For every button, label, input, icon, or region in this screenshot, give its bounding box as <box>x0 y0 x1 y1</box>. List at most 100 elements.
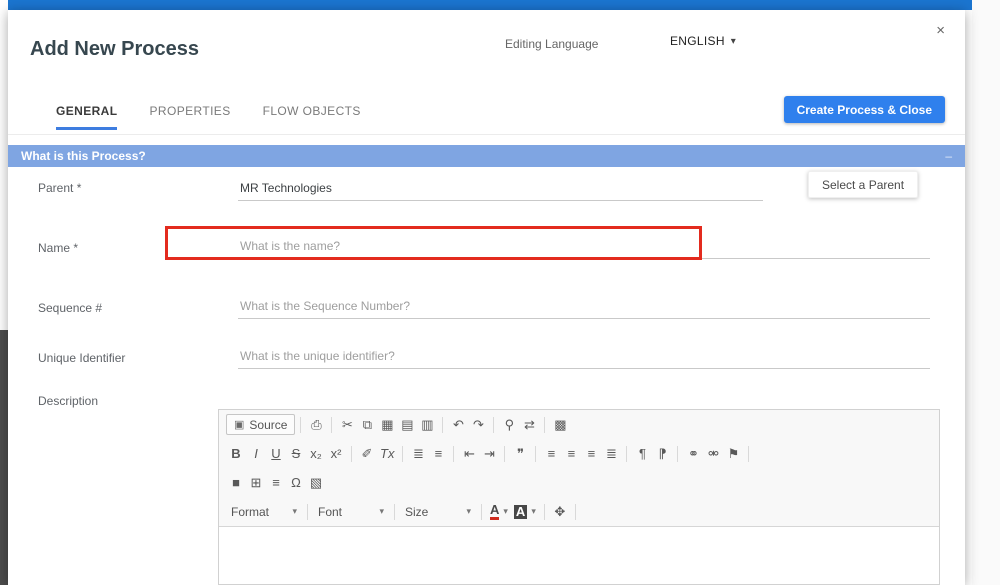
remove-format-icon[interactable]: Tx <box>377 443 397 464</box>
header-divider <box>8 134 965 135</box>
toolbar-separator <box>300 416 302 433</box>
maximize-icon[interactable]: ✥ <box>550 501 570 522</box>
chevron-down-icon: ▾ <box>531 506 536 516</box>
description-richtext-editor: ▣ Source ⎙ ✂ ⧉ ▦ ▤ ▥ ↶ ↷ ⚲ ⇄ ▩ B I U Sx₂ x² ✐ Tx ≣ ≡ ⇤ ⇥ ❞ ≡ ≡ ≡ ≣ ¶… <box>218 409 940 585</box>
source-icon: ▣ <box>234 419 245 431</box>
tab-flow-objects[interactable]: FLOW OBJECTS <box>263 104 361 130</box>
unlink-icon[interactable]: ⚮ <box>703 443 723 464</box>
language-dropdown[interactable]: ENGLISH ▾ <box>670 34 736 48</box>
editing-language-label: Editing Language <box>505 37 599 51</box>
add-new-process-modal: Add New Process Editing Language ENGLISH… <box>8 10 965 585</box>
sequence-input[interactable] <box>238 294 930 319</box>
section-header[interactable]: What is this Process? – <box>8 145 965 167</box>
text-direction-ltr-icon[interactable]: ¶ <box>632 443 652 464</box>
outdent-icon[interactable]: ⇤ <box>459 443 479 464</box>
table-icon[interactable]: ⊞ <box>246 472 266 493</box>
source-button[interactable]: ▣ Source <box>226 414 296 435</box>
format-select[interactable]: Format ▾ <box>226 501 302 522</box>
description-label: Description <box>38 394 99 408</box>
name-label: Name * <box>38 241 79 255</box>
name-input[interactable] <box>238 234 930 259</box>
toolbar-separator <box>481 503 482 520</box>
collapse-icon[interactable]: – <box>945 145 952 167</box>
superscript-icon[interactable]: x² <box>326 443 346 464</box>
subscript-icon[interactable]: x₂ <box>306 443 326 464</box>
toolbar-separator <box>544 416 546 433</box>
align-right-icon[interactable]: ≡ <box>581 443 601 464</box>
toolbar-separator <box>453 445 455 462</box>
background-left-panel <box>0 330 8 585</box>
copy-formatting-icon[interactable]: ✐ <box>357 443 377 464</box>
align-left-icon[interactable]: ≡ <box>541 443 561 464</box>
chevron-down-icon: ▾ <box>292 506 297 516</box>
toolbar-separator <box>402 445 404 462</box>
bold-icon[interactable]: B <box>226 443 246 464</box>
select-all-icon[interactable]: ▩ <box>550 414 570 435</box>
toolbar-separator <box>626 445 628 462</box>
special-character-icon[interactable]: Ω <box>286 472 306 493</box>
toolbar-separator <box>493 416 495 433</box>
bulleted-list-icon[interactable]: ≡ <box>428 443 448 464</box>
paste-text-icon[interactable]: ▤ <box>397 414 417 435</box>
close-icon[interactable]: × <box>936 22 945 39</box>
toolbar-separator <box>331 416 333 433</box>
toolbar-separator <box>504 445 506 462</box>
indent-icon[interactable]: ⇥ <box>479 443 499 464</box>
text-color-button[interactable]: A ▾ <box>487 501 511 522</box>
copy-icon[interactable]: ⧉ <box>357 414 377 435</box>
editor-content-area[interactable] <box>219 526 939 584</box>
text-color-button-glyph: A <box>490 503 500 520</box>
strike-icon[interactable]: S <box>286 443 306 464</box>
horizontal-rule-icon[interactable]: ≡ <box>266 472 286 493</box>
size-select-label: Size <box>405 504 429 519</box>
toolbar-separator <box>307 503 308 520</box>
replace-icon[interactable]: ⇄ <box>519 414 539 435</box>
background-color-button[interactable]: A ▾ <box>511 501 539 522</box>
paste-word-icon[interactable]: ▥ <box>417 414 437 435</box>
chevron-down-icon: ▾ <box>503 506 508 516</box>
tab-properties[interactable]: PROPERTIES <box>149 104 230 130</box>
unique-identifier-input[interactable] <box>238 344 930 369</box>
size-select[interactable]: Size ▾ <box>400 501 476 522</box>
align-justify-icon[interactable]: ≣ <box>601 443 621 464</box>
toolbar-separator <box>394 503 395 520</box>
embed-icon[interactable]: ■ <box>226 472 246 493</box>
toolbar-separator <box>677 445 679 462</box>
italic-icon[interactable]: I <box>246 443 266 464</box>
parent-input[interactable] <box>238 176 763 201</box>
font-select[interactable]: Font ▾ <box>313 501 389 522</box>
toolbar-separator <box>351 445 352 462</box>
screen: Add New Process Editing Language ENGLISH… <box>0 0 1000 585</box>
editor-toolbar-row-1: ▣ Source ⎙ ✂ ⧉ ▦ ▤ ▥ ↶ ↷ ⚲ ⇄ ▩ <box>219 410 939 439</box>
link-icon[interactable]: ⚭ <box>683 443 703 464</box>
paste-icon[interactable]: ▦ <box>377 414 397 435</box>
language-value: ENGLISH <box>670 34 725 48</box>
print-icon[interactable]: ⎙ <box>306 414 326 435</box>
anchor-icon[interactable]: ⚑ <box>723 443 743 464</box>
text-direction-rtl-icon[interactable]: ⁋ <box>652 443 672 464</box>
format-select-label: Format <box>231 504 270 519</box>
align-center-icon[interactable]: ≡ <box>561 443 581 464</box>
parent-label: Parent * <box>38 181 82 195</box>
background-color-button-glyph: A <box>513 503 528 519</box>
unique-identifier-label: Unique Identifier <box>38 351 126 365</box>
chevron-down-icon: ▾ <box>730 35 737 47</box>
tab-bar: GENERAL PROPERTIES FLOW OBJECTS <box>56 104 361 130</box>
numbered-list-icon[interactable]: ≣ <box>408 443 428 464</box>
find-icon[interactable]: ⚲ <box>499 414 519 435</box>
page-title: Add New Process <box>30 38 199 60</box>
chevron-down-icon: ▾ <box>379 506 384 516</box>
underline-icon[interactable]: U <box>266 443 286 464</box>
toolbar-separator <box>574 503 576 520</box>
redo-icon[interactable]: ↷ <box>468 414 488 435</box>
select-parent-button[interactable]: Select a Parent <box>808 171 919 198</box>
undo-icon[interactable]: ↶ <box>448 414 468 435</box>
tab-general[interactable]: GENERAL <box>56 104 118 130</box>
blockquote-icon[interactable]: ❞ <box>510 443 530 464</box>
background-right-strip <box>972 0 1000 585</box>
create-process-button[interactable]: Create Process & Close <box>783 96 945 123</box>
cut-icon[interactable]: ✂ <box>337 414 357 435</box>
image-icon[interactable]: ▧ <box>306 472 326 493</box>
editor-toolbar-row-2: B I U Sx₂ x² ✐ Tx ≣ ≡ ⇤ ⇥ ❞ ≡ ≡ ≡ ≣ ¶ ⁋ ⚭ ⚮ ⚑ <box>219 439 939 468</box>
toolbar-separator <box>442 416 444 433</box>
